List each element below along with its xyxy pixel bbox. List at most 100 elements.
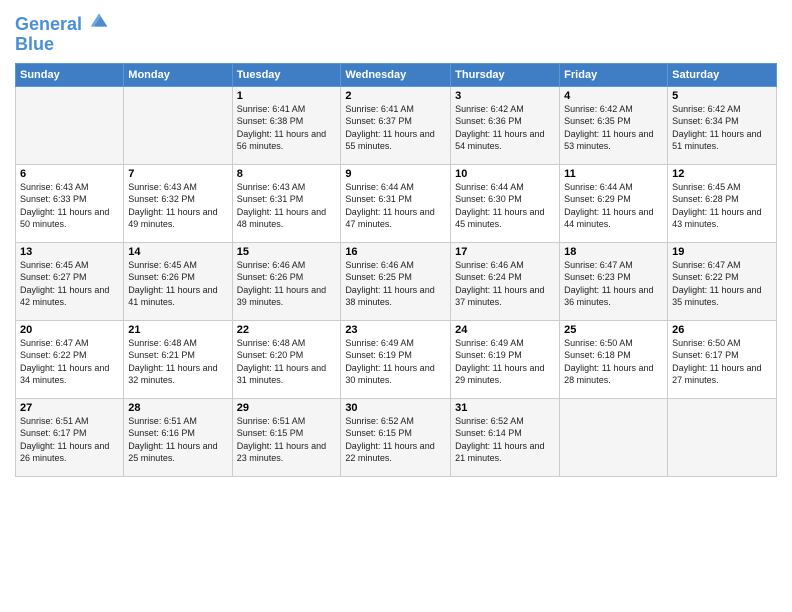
calendar-cell: 1Sunrise: 6:41 AMSunset: 6:38 PMDaylight… xyxy=(232,86,341,164)
calendar-cell: 9Sunrise: 6:44 AMSunset: 6:31 PMDaylight… xyxy=(341,164,451,242)
day-number: 27 xyxy=(20,402,119,414)
day-info: Sunrise: 6:43 AMSunset: 6:31 PMDaylight:… xyxy=(237,181,337,231)
calendar-cell: 27Sunrise: 6:51 AMSunset: 6:17 PMDayligh… xyxy=(16,398,124,476)
day-number: 23 xyxy=(345,324,446,336)
calendar-cell: 21Sunrise: 6:48 AMSunset: 6:21 PMDayligh… xyxy=(124,320,232,398)
calendar-cell: 12Sunrise: 6:45 AMSunset: 6:28 PMDayligh… xyxy=(668,164,777,242)
day-number: 26 xyxy=(672,324,772,336)
day-number: 7 xyxy=(128,168,227,180)
day-info: Sunrise: 6:41 AMSunset: 6:37 PMDaylight:… xyxy=(345,103,446,153)
logo-general: General xyxy=(15,14,82,34)
calendar-cell: 30Sunrise: 6:52 AMSunset: 6:15 PMDayligh… xyxy=(341,398,451,476)
calendar-cell: 8Sunrise: 6:43 AMSunset: 6:31 PMDaylight… xyxy=(232,164,341,242)
calendar-cell: 18Sunrise: 6:47 AMSunset: 6:23 PMDayligh… xyxy=(560,242,668,320)
day-number: 25 xyxy=(564,324,663,336)
calendar-header-friday: Friday xyxy=(560,63,668,86)
day-number: 22 xyxy=(237,324,337,336)
day-number: 28 xyxy=(128,402,227,414)
day-info: Sunrise: 6:41 AMSunset: 6:38 PMDaylight:… xyxy=(237,103,337,153)
day-number: 3 xyxy=(455,90,555,102)
day-info: Sunrise: 6:42 AMSunset: 6:35 PMDaylight:… xyxy=(564,103,663,153)
calendar-header-thursday: Thursday xyxy=(451,63,560,86)
calendar-cell: 11Sunrise: 6:44 AMSunset: 6:29 PMDayligh… xyxy=(560,164,668,242)
day-number: 6 xyxy=(20,168,119,180)
day-number: 13 xyxy=(20,246,119,258)
day-number: 1 xyxy=(237,90,337,102)
day-info: Sunrise: 6:48 AMSunset: 6:21 PMDaylight:… xyxy=(128,337,227,387)
calendar-header-tuesday: Tuesday xyxy=(232,63,341,86)
calendar-week-3: 13Sunrise: 6:45 AMSunset: 6:27 PMDayligh… xyxy=(16,242,777,320)
day-number: 18 xyxy=(564,246,663,258)
day-number: 11 xyxy=(564,168,663,180)
logo-blue: Blue xyxy=(15,35,109,55)
day-info: Sunrise: 6:46 AMSunset: 6:26 PMDaylight:… xyxy=(237,259,337,309)
day-info: Sunrise: 6:51 AMSunset: 6:17 PMDaylight:… xyxy=(20,415,119,465)
calendar-cell: 22Sunrise: 6:48 AMSunset: 6:20 PMDayligh… xyxy=(232,320,341,398)
day-info: Sunrise: 6:42 AMSunset: 6:36 PMDaylight:… xyxy=(455,103,555,153)
calendar-header-saturday: Saturday xyxy=(668,63,777,86)
calendar-cell: 25Sunrise: 6:50 AMSunset: 6:18 PMDayligh… xyxy=(560,320,668,398)
calendar-body: 1Sunrise: 6:41 AMSunset: 6:38 PMDaylight… xyxy=(16,86,777,476)
calendar-week-4: 20Sunrise: 6:47 AMSunset: 6:22 PMDayligh… xyxy=(16,320,777,398)
day-number: 4 xyxy=(564,90,663,102)
day-number: 19 xyxy=(672,246,772,258)
calendar-header-wednesday: Wednesday xyxy=(341,63,451,86)
calendar-cell xyxy=(560,398,668,476)
day-info: Sunrise: 6:44 AMSunset: 6:31 PMDaylight:… xyxy=(345,181,446,231)
day-number: 20 xyxy=(20,324,119,336)
day-number: 17 xyxy=(455,246,555,258)
day-info: Sunrise: 6:47 AMSunset: 6:23 PMDaylight:… xyxy=(564,259,663,309)
calendar-cell: 2Sunrise: 6:41 AMSunset: 6:37 PMDaylight… xyxy=(341,86,451,164)
day-number: 2 xyxy=(345,90,446,102)
calendar-cell: 4Sunrise: 6:42 AMSunset: 6:35 PMDaylight… xyxy=(560,86,668,164)
calendar-cell: 5Sunrise: 6:42 AMSunset: 6:34 PMDaylight… xyxy=(668,86,777,164)
day-info: Sunrise: 6:43 AMSunset: 6:32 PMDaylight:… xyxy=(128,181,227,231)
logo-icon xyxy=(89,10,109,30)
calendar-cell: 28Sunrise: 6:51 AMSunset: 6:16 PMDayligh… xyxy=(124,398,232,476)
day-info: Sunrise: 6:50 AMSunset: 6:18 PMDaylight:… xyxy=(564,337,663,387)
logo: General Blue xyxy=(15,10,109,55)
calendar-cell: 16Sunrise: 6:46 AMSunset: 6:25 PMDayligh… xyxy=(341,242,451,320)
calendar-cell: 10Sunrise: 6:44 AMSunset: 6:30 PMDayligh… xyxy=(451,164,560,242)
calendar-header-sunday: Sunday xyxy=(16,63,124,86)
calendar-cell: 19Sunrise: 6:47 AMSunset: 6:22 PMDayligh… xyxy=(668,242,777,320)
day-number: 21 xyxy=(128,324,227,336)
calendar-table: SundayMondayTuesdayWednesdayThursdayFrid… xyxy=(15,63,777,477)
calendar-cell: 17Sunrise: 6:46 AMSunset: 6:24 PMDayligh… xyxy=(451,242,560,320)
day-number: 14 xyxy=(128,246,227,258)
day-info: Sunrise: 6:45 AMSunset: 6:26 PMDaylight:… xyxy=(128,259,227,309)
calendar-cell: 6Sunrise: 6:43 AMSunset: 6:33 PMDaylight… xyxy=(16,164,124,242)
day-info: Sunrise: 6:47 AMSunset: 6:22 PMDaylight:… xyxy=(672,259,772,309)
calendar-cell xyxy=(16,86,124,164)
day-info: Sunrise: 6:46 AMSunset: 6:24 PMDaylight:… xyxy=(455,259,555,309)
day-number: 31 xyxy=(455,402,555,414)
calendar-header-row: SundayMondayTuesdayWednesdayThursdayFrid… xyxy=(16,63,777,86)
day-number: 12 xyxy=(672,168,772,180)
calendar-cell: 15Sunrise: 6:46 AMSunset: 6:26 PMDayligh… xyxy=(232,242,341,320)
calendar-cell: 3Sunrise: 6:42 AMSunset: 6:36 PMDaylight… xyxy=(451,86,560,164)
day-info: Sunrise: 6:44 AMSunset: 6:30 PMDaylight:… xyxy=(455,181,555,231)
day-info: Sunrise: 6:51 AMSunset: 6:16 PMDaylight:… xyxy=(128,415,227,465)
day-info: Sunrise: 6:43 AMSunset: 6:33 PMDaylight:… xyxy=(20,181,119,231)
day-number: 8 xyxy=(237,168,337,180)
calendar-cell: 20Sunrise: 6:47 AMSunset: 6:22 PMDayligh… xyxy=(16,320,124,398)
day-info: Sunrise: 6:50 AMSunset: 6:17 PMDaylight:… xyxy=(672,337,772,387)
calendar-cell: 13Sunrise: 6:45 AMSunset: 6:27 PMDayligh… xyxy=(16,242,124,320)
calendar-cell: 14Sunrise: 6:45 AMSunset: 6:26 PMDayligh… xyxy=(124,242,232,320)
day-info: Sunrise: 6:49 AMSunset: 6:19 PMDaylight:… xyxy=(345,337,446,387)
day-number: 5 xyxy=(672,90,772,102)
day-info: Sunrise: 6:48 AMSunset: 6:20 PMDaylight:… xyxy=(237,337,337,387)
calendar-week-1: 1Sunrise: 6:41 AMSunset: 6:38 PMDaylight… xyxy=(16,86,777,164)
day-info: Sunrise: 6:42 AMSunset: 6:34 PMDaylight:… xyxy=(672,103,772,153)
day-info: Sunrise: 6:45 AMSunset: 6:28 PMDaylight:… xyxy=(672,181,772,231)
day-number: 16 xyxy=(345,246,446,258)
header: General Blue xyxy=(15,10,777,55)
calendar-cell: 23Sunrise: 6:49 AMSunset: 6:19 PMDayligh… xyxy=(341,320,451,398)
calendar-header-monday: Monday xyxy=(124,63,232,86)
calendar-cell: 24Sunrise: 6:49 AMSunset: 6:19 PMDayligh… xyxy=(451,320,560,398)
day-number: 9 xyxy=(345,168,446,180)
day-info: Sunrise: 6:44 AMSunset: 6:29 PMDaylight:… xyxy=(564,181,663,231)
calendar-cell: 7Sunrise: 6:43 AMSunset: 6:32 PMDaylight… xyxy=(124,164,232,242)
day-info: Sunrise: 6:51 AMSunset: 6:15 PMDaylight:… xyxy=(237,415,337,465)
calendar-week-5: 27Sunrise: 6:51 AMSunset: 6:17 PMDayligh… xyxy=(16,398,777,476)
